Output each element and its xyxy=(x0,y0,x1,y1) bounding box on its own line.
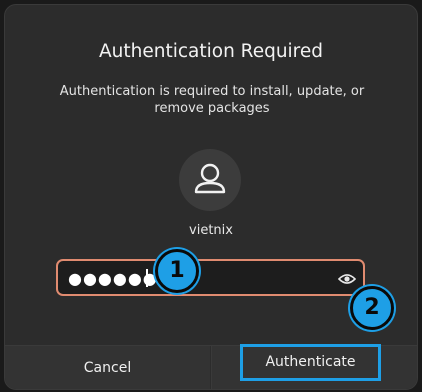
user-icon xyxy=(194,163,226,194)
step-badge-2: 2 xyxy=(350,286,394,330)
password-value: ●●●●●● xyxy=(68,269,158,288)
username-label: vietnix xyxy=(189,223,233,238)
user-avatar xyxy=(179,149,241,211)
authentication-dialog: Authentication Required Authentication i… xyxy=(4,4,418,390)
password-field[interactable]: ●●●●●● xyxy=(56,259,365,296)
step-badge-1: 1 xyxy=(155,249,199,293)
eye-icon[interactable] xyxy=(338,272,356,286)
text-caret xyxy=(146,269,148,287)
dialog-title: Authentication Required xyxy=(98,41,324,62)
dialog-message: Authentication is required to install, u… xyxy=(59,84,365,116)
authenticate-button[interactable]: Authenticate xyxy=(240,344,381,381)
cancel-button[interactable]: Cancel xyxy=(5,346,210,389)
